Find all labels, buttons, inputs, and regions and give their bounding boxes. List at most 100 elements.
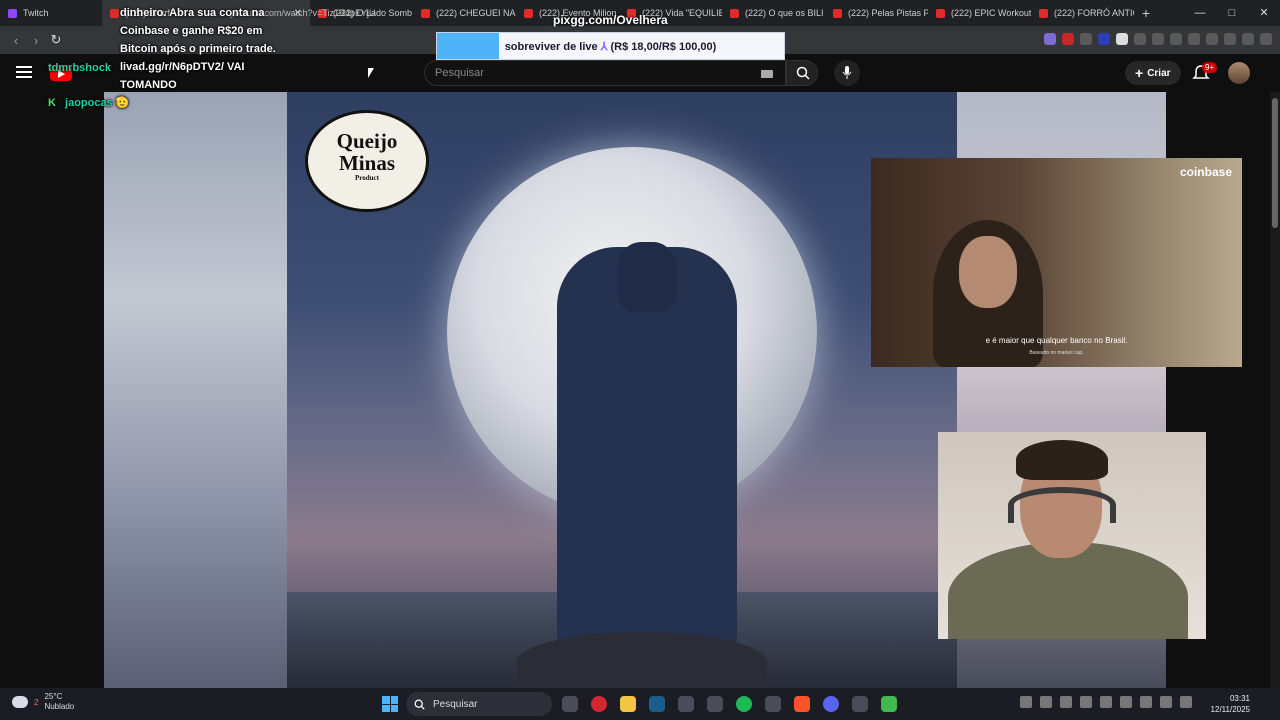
app-icon[interactable] <box>881 696 897 712</box>
donation-goal-bar: sobreviver de live ⅄ (R$ 18,00/R$ 100,00… <box>436 32 785 60</box>
tray-icon[interactable] <box>1100 696 1112 708</box>
browser-tab[interactable]: (222) CHEGUEI NA <box>413 0 516 26</box>
extension-icon[interactable] <box>1152 33 1164 45</box>
taskbar-apps <box>562 696 897 712</box>
chat-message-text: dinheiro. Abra sua conta na Coinbase e g… <box>120 7 276 91</box>
youtube-favicon-icon <box>936 8 945 18</box>
extension-icon[interactable] <box>1098 33 1110 45</box>
windows-start-icon[interactable] <box>382 696 398 712</box>
donation-goal-text: sobreviver de live ⅄ (R$ 18,00/R$ 100,00… <box>437 40 784 53</box>
headphones <box>1008 487 1116 523</box>
chat-user-line: tdmrbshock <box>48 62 111 74</box>
plus-icon: + <box>1135 65 1144 81</box>
discord-icon[interactable] <box>823 696 839 712</box>
app-icon[interactable] <box>707 696 723 712</box>
voice-search-button[interactable] <box>834 60 860 86</box>
webcam-hair <box>1016 440 1108 480</box>
forward-icon[interactable]: › <box>26 33 46 48</box>
emoji-icon: 🫡 <box>115 97 130 109</box>
browser-tab[interactable]: (222) FORRÓ ANTIG <box>1031 0 1134 26</box>
search-button[interactable] <box>786 60 818 86</box>
search-icon <box>796 66 810 80</box>
leo-icon[interactable] <box>1224 33 1236 45</box>
steam-icon[interactable] <box>649 696 665 712</box>
extension-icon[interactable] <box>1134 33 1146 45</box>
brave-icon[interactable] <box>794 696 810 712</box>
app-icon[interactable] <box>678 696 694 712</box>
rock-ledge <box>517 632 767 688</box>
search-input[interactable] <box>425 61 745 85</box>
microphone-icon[interactable] <box>1140 696 1152 708</box>
background-moon-left <box>104 92 287 688</box>
create-label: Criar <box>1147 67 1171 79</box>
weather-desc: Nublado <box>44 702 75 711</box>
extension-icon[interactable] <box>1170 33 1182 45</box>
ad-brand: coinbase <box>1179 165 1232 179</box>
browser-tab[interactable]: (222) O que os BILI <box>722 0 825 26</box>
coinbase-ad[interactable]: coinbase e é maior que qualquer banco no… <box>871 158 1242 367</box>
youtube-favicon-icon <box>421 8 430 18</box>
maximize-button[interactable]: □ <box>1216 0 1248 26</box>
taskbar-search[interactable]: Pesquisar <box>406 692 552 716</box>
extension-icon[interactable] <box>1044 33 1056 45</box>
app-icon[interactable] <box>852 696 868 712</box>
clock-date: 12/11/2025 <box>1210 705 1250 714</box>
extension-icon[interactable] <box>1080 33 1092 45</box>
weather-badge: 2 <box>34 697 39 707</box>
windows-taskbar: 2 25°C Nublado Pesquisar 03:31 12/11/202… <box>0 688 1280 720</box>
search-icon <box>414 699 425 710</box>
microphone-icon <box>842 66 852 79</box>
extension-icon[interactable] <box>1116 33 1128 45</box>
ad-fineprint: Baseado no market cap. <box>1029 350 1084 356</box>
account-avatar[interactable] <box>1228 62 1250 84</box>
kick-icon: K <box>48 97 56 109</box>
browser-tab[interactable]: (222) EPIC Workout <box>928 0 1031 26</box>
taskbar-search-label: Pesquisar <box>433 698 478 710</box>
chat-username: jaopocas <box>65 97 113 109</box>
app-icon[interactable] <box>765 696 781 712</box>
youtube-favicon-icon <box>1039 8 1048 18</box>
reload-icon[interactable]: ↻ <box>46 32 66 48</box>
youtube-favicon-icon <box>730 8 739 18</box>
logo-line3: Product <box>355 174 379 182</box>
file-explorer-icon[interactable] <box>620 696 636 712</box>
chat-user-line: K jaopocas 🫡 <box>48 96 129 109</box>
tray-icon[interactable] <box>1040 696 1052 708</box>
scrollbar-thumb[interactable] <box>1272 98 1278 228</box>
spotify-icon[interactable] <box>736 696 752 712</box>
minimize-button[interactable]: — <box>1184 0 1216 26</box>
queijo-minas-logo: Queijo Minas Product <box>305 110 429 212</box>
browser-tab-label: (222) FORRÓ ANTIG <box>1054 8 1134 18</box>
page-scrollbar[interactable] <box>1270 92 1280 688</box>
new-tab-button[interactable]: + <box>1134 5 1158 21</box>
close-window-button[interactable]: ✕ <box>1248 0 1280 26</box>
back-icon[interactable]: ‹ <box>6 33 26 48</box>
twitch-favicon-icon <box>8 8 17 18</box>
weather-widget[interactable]: 2 25°C Nublado <box>12 692 74 712</box>
create-button[interactable]: + Criar <box>1125 61 1181 85</box>
extension-icon[interactable] <box>1062 33 1074 45</box>
chevron-up-icon[interactable] <box>1020 696 1032 708</box>
werewolf-head <box>617 242 677 312</box>
youtube-favicon-icon <box>110 8 119 18</box>
vpn-icon[interactable] <box>1242 33 1254 45</box>
task-view-icon[interactable] <box>562 696 578 712</box>
opera-icon[interactable] <box>591 696 607 712</box>
hamburger-menu-icon[interactable] <box>16 66 32 78</box>
volume-icon[interactable] <box>1180 696 1192 708</box>
tray-icon[interactable] <box>1080 696 1092 708</box>
clock-time: 03:31 <box>1229 694 1250 703</box>
sidebar-icon[interactable] <box>1188 33 1200 45</box>
network-icon[interactable] <box>1160 696 1172 708</box>
wallet-icon[interactable] <box>1206 33 1218 45</box>
weather-temp: 25°C <box>44 692 63 701</box>
system-clock[interactable]: 03:31 12/11/2025 <box>1211 693 1250 715</box>
menu-icon[interactable] <box>1260 33 1272 45</box>
browser-tab[interactable]: (222) Pelas Pistas P <box>825 0 928 26</box>
goal-icon: ⅄ <box>600 41 608 53</box>
ad-subtitle: e é maior que qualquer banco no Brasil. <box>985 336 1128 345</box>
browser-tab[interactable]: Twitch <box>0 0 102 26</box>
tray-icon[interactable] <box>1060 696 1072 708</box>
bluetooth-icon[interactable] <box>1120 696 1132 708</box>
keyboard-icon[interactable] <box>761 70 773 78</box>
